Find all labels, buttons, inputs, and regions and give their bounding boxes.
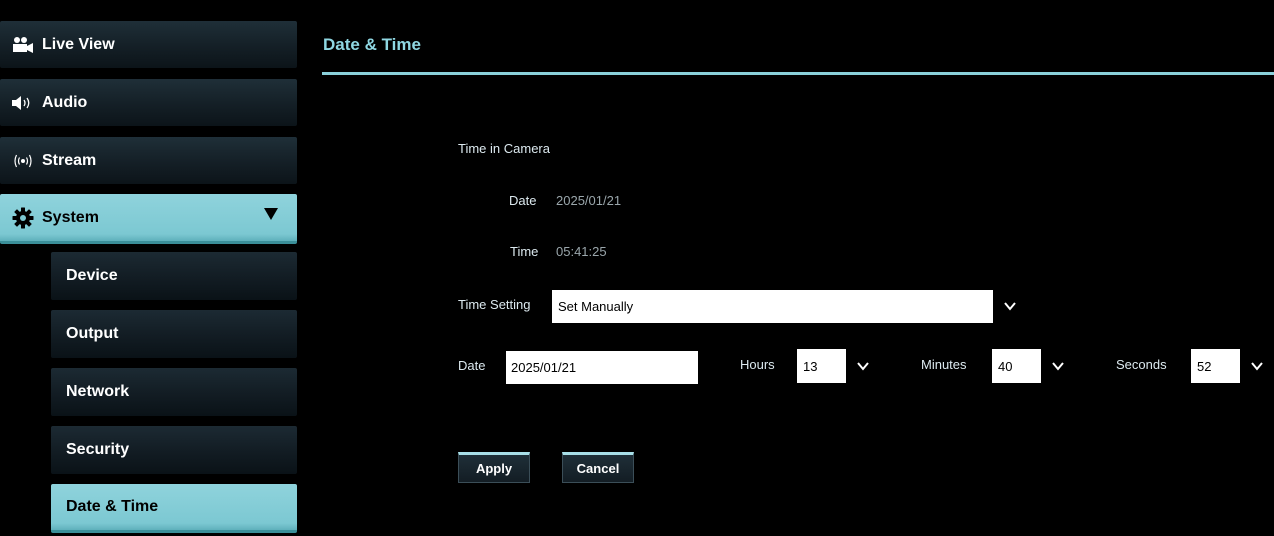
sidebar-item-audio[interactable]: Audio: [0, 79, 297, 126]
chevron-down-icon[interactable]: [846, 349, 880, 383]
sidebar-subitem-network[interactable]: Network: [51, 368, 297, 416]
sidebar-subitem-label: Device: [66, 267, 118, 284]
sidebar-item-live-view[interactable]: Live View: [0, 21, 297, 68]
speaker-icon: [11, 93, 35, 113]
time-setting-select[interactable]: Set Manually: [552, 290, 1027, 323]
time-setting-label: Time Setting: [458, 297, 531, 312]
sidebar-item-system[interactable]: System: [0, 194, 297, 244]
seconds-label: Seconds: [1116, 357, 1167, 372]
hours-value: 13: [803, 358, 818, 374]
hours-select[interactable]: 13: [797, 349, 880, 383]
time-setting-value: Set Manually: [558, 299, 634, 314]
apply-button[interactable]: Apply: [458, 452, 530, 483]
sidebar-item-label: Audio: [42, 93, 88, 111]
gear-icon: [11, 207, 35, 228]
manual-date-input[interactable]: [506, 351, 698, 384]
cancel-button[interactable]: Cancel: [562, 452, 634, 483]
sidebar-item-label: Stream: [42, 151, 97, 169]
seconds-select[interactable]: 52: [1191, 349, 1274, 383]
sidebar-subitem-security[interactable]: Security: [51, 426, 297, 474]
sidebar-subitem-output[interactable]: Output: [51, 310, 297, 358]
chevron-down-icon[interactable]: [1041, 349, 1075, 383]
sidebar-subitem-label: Network: [66, 383, 130, 400]
sidebar-subitem-label: Security: [66, 441, 130, 458]
hours-label: Hours: [740, 357, 775, 372]
sidebar-item-label: System: [42, 208, 99, 226]
minutes-select[interactable]: 40: [992, 349, 1075, 383]
sidebar-subitem-label: Output: [66, 325, 119, 342]
broadcast-icon: [11, 151, 35, 171]
title-divider: [322, 72, 1274, 75]
sidebar-subitem-label: Date & Time: [66, 498, 159, 515]
sidebar-item-label: Live View: [42, 35, 115, 53]
time-in-camera-label: Time in Camera: [458, 141, 550, 156]
camera-date-value: 2025/01/21: [556, 193, 622, 208]
camera-time-value: 05:41:25: [556, 244, 607, 259]
minutes-value: 40: [998, 358, 1013, 374]
sidebar-item-stream[interactable]: Stream: [0, 137, 297, 184]
seconds-value: 52: [1197, 358, 1212, 374]
chevron-down-icon[interactable]: [1240, 349, 1274, 383]
manual-date-label: Date: [458, 358, 486, 373]
camera-date-label: Date: [509, 193, 537, 208]
chevron-down-icon[interactable]: [993, 290, 1027, 323]
triangle-down-icon: [263, 207, 279, 226]
sidebar: Live View Audio Stream System Device Out…: [0, 0, 300, 536]
minutes-label: Minutes: [921, 357, 967, 372]
camera-time-label: Time: [510, 244, 539, 259]
sidebar-subitem-device[interactable]: Device: [51, 252, 297, 300]
camera-icon: [11, 35, 35, 55]
page-title: Date & Time: [323, 35, 421, 54]
sidebar-subitem-date-time[interactable]: Date & Time: [51, 484, 297, 533]
